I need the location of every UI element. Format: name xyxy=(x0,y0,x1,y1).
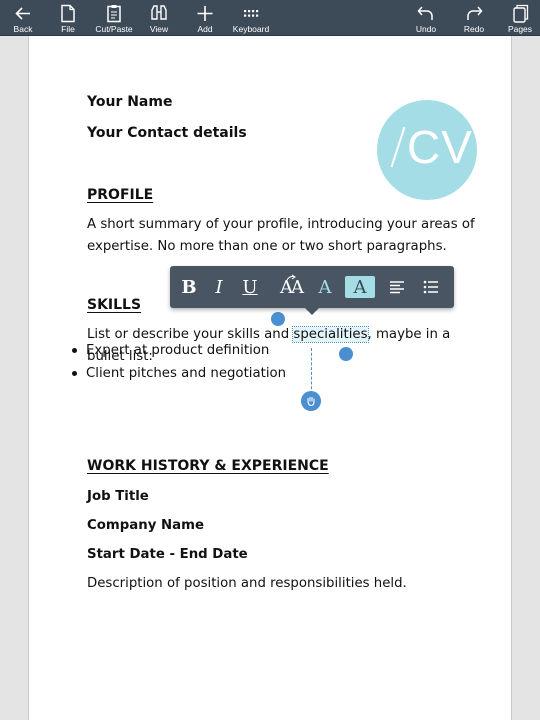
clipboard-icon xyxy=(107,5,121,23)
bullet-list-icon xyxy=(423,280,438,294)
undo-label: Undo xyxy=(415,24,437,34)
add-button[interactable]: Add xyxy=(188,0,222,36)
align-button[interactable] xyxy=(384,266,410,308)
contact-details[interactable]: Your Contact details xyxy=(87,125,247,141)
redo-label: Redo xyxy=(463,24,485,34)
selection-start-handle[interactable] xyxy=(271,312,285,326)
bold-button[interactable]: B xyxy=(178,266,200,308)
add-label: Add xyxy=(197,24,213,34)
view-label: View xyxy=(149,24,169,34)
back-label: Back xyxy=(13,24,33,34)
list-button[interactable] xyxy=(418,266,444,308)
view-button[interactable]: View xyxy=(142,0,176,36)
logo-slash xyxy=(390,126,405,168)
pages-icon xyxy=(513,4,529,23)
selection-end-handle[interactable] xyxy=(339,347,353,361)
job-description[interactable]: Description of position and responsibili… xyxy=(87,576,407,591)
work-heading[interactable]: WORK HISTORY & EXPERIENCE xyxy=(87,458,329,474)
keyboard-label: Keyboard xyxy=(232,24,270,34)
cut-paste-label: Cut/Paste xyxy=(95,24,133,34)
keyboard-icon xyxy=(244,10,259,17)
top-toolbar: Back File Cut/Paste View Add Keyboard Un… xyxy=(0,0,540,36)
selected-word[interactable]: specialities xyxy=(292,326,369,343)
underline-button[interactable]: U xyxy=(238,266,262,308)
job-title[interactable]: Job Title xyxy=(87,489,149,504)
drag-knob[interactable] xyxy=(301,391,321,411)
logo-text: CV xyxy=(407,121,473,173)
cv-logo[interactable]: CV xyxy=(377,100,477,200)
date-range[interactable]: Start Date - End Date xyxy=(87,547,248,562)
profile-line-1[interactable]: A short summary of your profile, introdu… xyxy=(87,217,475,232)
company-name[interactable]: Company Name xyxy=(87,518,204,533)
plus-icon xyxy=(197,6,213,21)
redo-icon xyxy=(467,6,483,20)
italic-button[interactable]: I xyxy=(208,266,230,308)
file-button[interactable]: File xyxy=(52,0,84,36)
file-icon xyxy=(61,4,75,23)
skills-heading[interactable]: SKILLS xyxy=(87,297,141,313)
font-size-button[interactable]: AA xyxy=(274,266,308,308)
back-button[interactable]: Back xyxy=(6,0,40,36)
pages-label: Pages xyxy=(507,24,533,34)
cut-paste-button[interactable]: Cut/Paste xyxy=(94,0,134,36)
list-item[interactable]: Expert at product definition xyxy=(70,339,286,362)
profile-line-2[interactable]: expertise. No more than one or two short… xyxy=(87,239,447,254)
file-label: File xyxy=(61,24,75,34)
align-left-icon xyxy=(390,281,404,294)
pages-button[interactable]: Pages xyxy=(504,0,536,36)
list-item[interactable]: Client pitches and negotiation xyxy=(70,362,286,385)
font-color-button[interactable]: A xyxy=(314,266,336,308)
drag-guide-line xyxy=(311,348,312,394)
skills-bullet-list: Expert at product definition Client pitc… xyxy=(70,339,286,385)
resize-arrow-icon xyxy=(286,274,296,281)
format-popup: B I U AA A A xyxy=(170,266,454,315)
undo-icon xyxy=(417,6,433,20)
binoculars-icon xyxy=(151,5,167,20)
highlight-button[interactable]: A xyxy=(345,276,375,298)
skills-text-after: , maybe in a xyxy=(367,327,451,342)
back-arrow-icon xyxy=(15,7,30,20)
hand-icon xyxy=(307,396,315,407)
profile-heading[interactable]: PROFILE xyxy=(87,187,153,203)
undo-button[interactable]: Undo xyxy=(410,0,442,36)
keyboard-button[interactable]: Keyboard xyxy=(232,0,270,36)
your-name[interactable]: Your Name xyxy=(87,94,172,110)
redo-button[interactable]: Redo xyxy=(458,0,490,36)
